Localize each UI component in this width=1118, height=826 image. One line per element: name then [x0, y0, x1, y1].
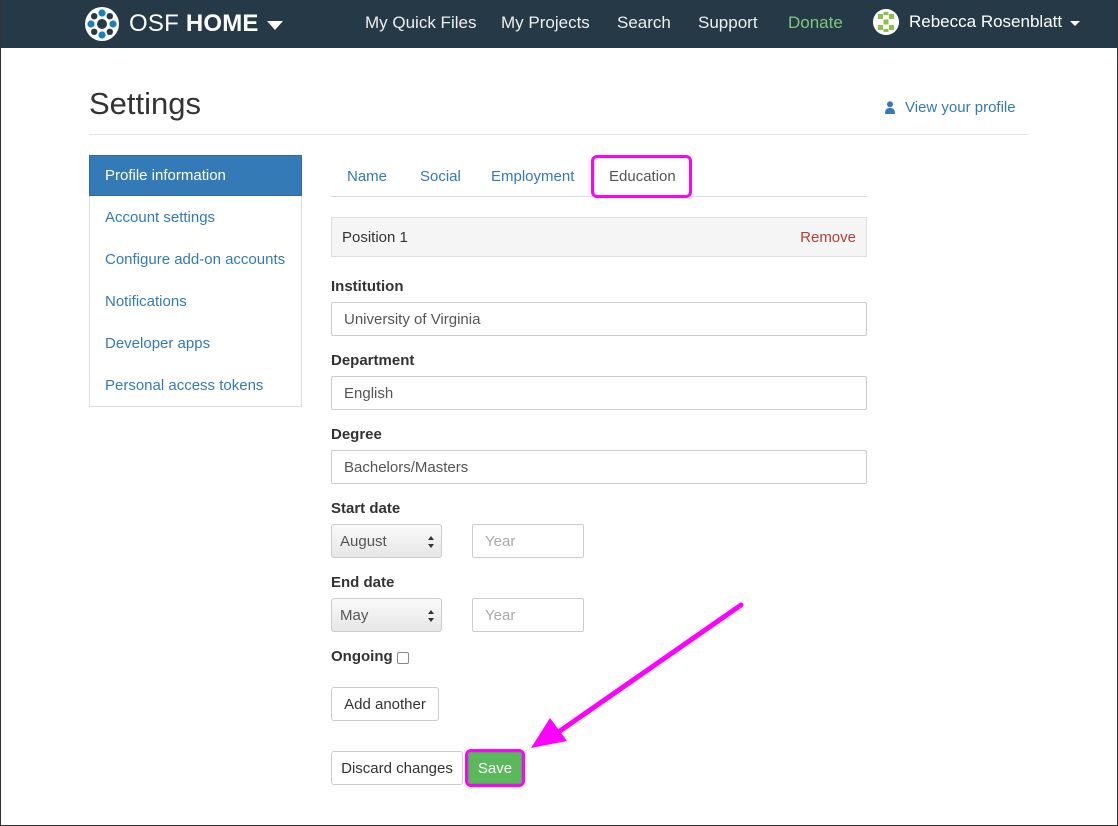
- start-year-input[interactable]: [472, 524, 584, 558]
- start-month-select[interactable]: August: [331, 524, 442, 558]
- brand-osf: OSF: [129, 10, 179, 37]
- select-arrows-icon: [428, 610, 434, 622]
- osf-logo-icon: [85, 7, 119, 41]
- view-profile-label: View your profile: [905, 99, 1016, 116]
- degree-input[interactable]: [331, 450, 867, 484]
- nav-support[interactable]: Support: [698, 13, 758, 33]
- header-divider: [89, 134, 1029, 135]
- sidebar-item-profile-information[interactable]: Profile information: [89, 155, 302, 196]
- tab-social[interactable]: Social: [420, 155, 461, 197]
- end-date-label: End date: [331, 574, 395, 591]
- select-arrows-icon: [428, 536, 434, 548]
- annotation-arrow-icon: [531, 602, 744, 748]
- end-month-value: May: [340, 606, 369, 624]
- ongoing-checkbox[interactable]: [396, 651, 409, 664]
- nav-search[interactable]: Search: [617, 13, 671, 33]
- brand-text: OSF HOME: [129, 10, 259, 38]
- end-year-input[interactable]: [472, 598, 584, 632]
- ongoing-row: Ongoing: [331, 648, 409, 665]
- position-label: Position 1: [342, 228, 408, 246]
- user-avatar: [873, 9, 899, 35]
- start-month-value: August: [340, 532, 387, 550]
- user-menu[interactable]: Rebecca Rosenblatt: [873, 9, 1081, 35]
- sidebar-item-notifications[interactable]: Notifications: [90, 280, 301, 322]
- sidebar-item-account-settings[interactable]: Account settings: [90, 196, 301, 238]
- view-profile-link[interactable]: View your profile: [885, 99, 1016, 116]
- brand-home: HOME: [185, 10, 259, 37]
- ongoing-label: Ongoing: [331, 648, 393, 665]
- position-panel-header: Position 1 Remove: [331, 217, 867, 257]
- save-button-highlight: [465, 749, 525, 787]
- settings-sidebar: Profile information Account settings Con…: [89, 155, 302, 407]
- institution-input[interactable]: [331, 302, 867, 336]
- caret-down-icon[interactable]: [266, 21, 283, 30]
- user-name: Rebecca Rosenblatt: [909, 12, 1063, 31]
- department-label: Department: [331, 352, 415, 369]
- education-tab-highlight: [591, 155, 692, 198]
- end-month-select[interactable]: May: [331, 598, 442, 632]
- sidebar-item-developer-apps[interactable]: Developer apps: [90, 322, 301, 364]
- start-date-label: Start date: [331, 500, 401, 517]
- user-icon: [885, 101, 895, 114]
- nav-my-projects[interactable]: My Projects: [501, 13, 590, 33]
- sidebar-item-configure-addon-accounts[interactable]: Configure add-on accounts: [90, 238, 301, 280]
- discard-changes-button[interactable]: Discard changes: [331, 751, 463, 785]
- degree-label: Degree: [331, 426, 382, 443]
- add-another-button[interactable]: Add another: [331, 687, 439, 721]
- institution-label: Institution: [331, 278, 404, 295]
- brand-home-link[interactable]: OSF HOME: [85, 6, 283, 42]
- sidebar-item-personal-access-tokens[interactable]: Personal access tokens: [90, 364, 301, 406]
- nav-my-quick-files[interactable]: My Quick Files: [365, 13, 476, 33]
- nav-donate[interactable]: Donate: [788, 13, 843, 33]
- tab-employment[interactable]: Employment: [491, 155, 574, 197]
- top-navbar: OSF HOME My Quick Files My Projects Sear…: [1, 0, 1117, 48]
- tab-name[interactable]: Name: [347, 155, 387, 197]
- remove-position-link[interactable]: Remove: [800, 229, 856, 246]
- page-title: Settings: [89, 86, 202, 121]
- department-input[interactable]: [331, 376, 867, 410]
- caret-down-icon: [1070, 20, 1081, 26]
